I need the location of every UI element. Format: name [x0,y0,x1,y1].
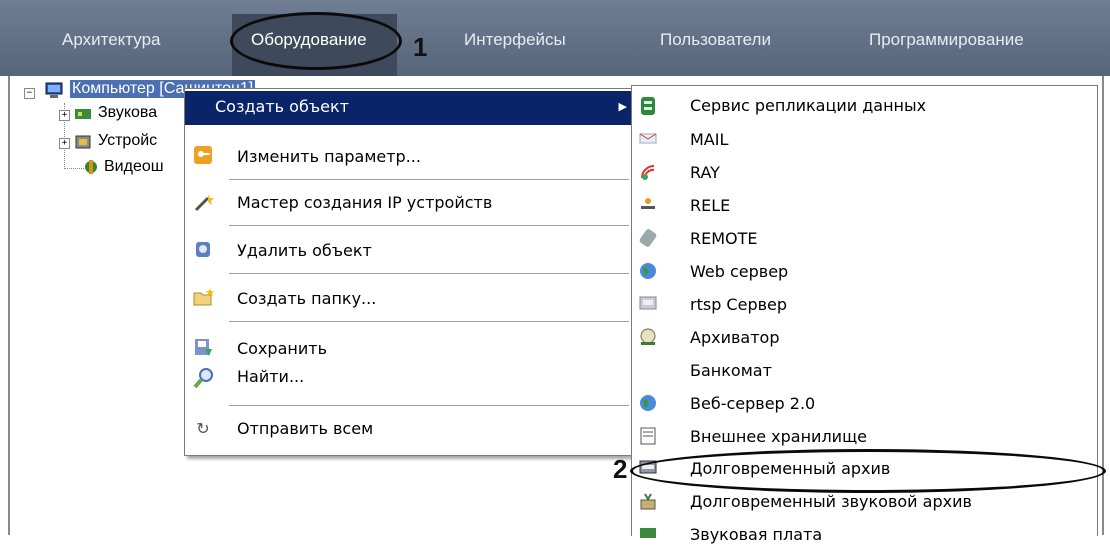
tree-item[interactable]: Видеош [104,158,164,176]
tree-item[interactable]: Звукова [98,104,157,122]
delete-icon [193,239,213,259]
menu-item-label: Мастер создания IP устройств [237,193,493,212]
menu-item-label: Создать папку... [237,289,377,308]
relay-icon [638,196,658,216]
menu-item-create-folder[interactable]: Создать папку... [185,279,633,315]
menu-item-label: Найти... [237,367,305,386]
submenu-item-label: Web сервер [690,262,789,281]
new-folder-icon [193,287,214,307]
top-tab-bar: Архитектура Оборудование Интерфейсы Поль… [0,0,1110,76]
submenu-item-atm[interactable]: Банкомат [632,355,1097,388]
refresh-icon: ↻ [196,419,210,438]
submenu-arrow-icon: ▶ [618,100,627,113]
computer-icon [44,82,66,102]
menu-item-label: Создать объект [215,97,349,116]
tab-users[interactable]: Пользователи [660,30,771,50]
submenu-item-label: REMOTE [690,229,758,248]
expand-icon[interactable]: + [59,138,70,149]
submenu-item-label: Банкомат [690,361,772,380]
submenu-item-replication-service[interactable]: Сервис репликации данных [632,90,1097,123]
menu-item-label: Отправить всем [237,419,374,438]
submenu-item-web-server-2[interactable]: Веб-сервер 2.0 [632,388,1097,421]
save-icon [193,337,213,357]
submenu-item-rele[interactable]: RELE [632,190,1097,223]
sound-board-icon [74,106,94,124]
submenu-item-label: RELE [690,196,731,215]
menu-item-save[interactable]: Сохранить [185,329,633,359]
video-icon [82,158,102,176]
collapse-root-icon[interactable]: − [24,88,35,99]
tab-programming[interactable]: Программирование [869,30,1024,50]
highlight-oval-1 [230,12,402,70]
mail-icon [638,130,658,150]
globe-icon [638,262,658,282]
tab-interfaces[interactable]: Интерфейсы [464,30,566,50]
submenu-item-archiver[interactable]: Архиватор [632,322,1097,355]
expand-icon[interactable]: + [59,110,70,121]
submenu-item-sound-card[interactable]: Звуковая плата [632,519,1097,552]
key-icon [193,145,213,165]
remote-icon [638,229,658,249]
submenu-item-label: Веб-сервер 2.0 [690,394,816,413]
submenu-item-label: RAY [690,163,720,182]
menu-item-delete-object[interactable]: Удалить объект [185,231,633,267]
submenu-item-label: MAIL [690,130,729,149]
menu-item-label: Изменить параметр... [237,147,421,166]
menu-item-label: Сохранить [237,339,327,358]
submenu-item-label: rtsp Сервер [690,295,788,314]
submenu-item-label: Долговременный звуковой архив [690,492,972,511]
tree-item[interactable]: Устройс [98,132,157,150]
device-icon [74,134,94,152]
menu-item-find[interactable]: Найти... [185,361,633,395]
submenu-item-label: Внешнее хранилище [690,427,867,446]
database-icon [638,96,658,116]
sound-card-icon [638,525,658,545]
highlight-oval-2 [630,449,1106,493]
context-menu: Создать объект ▶ Изменить параметр... Ма… [184,88,634,456]
submenu-item-ray[interactable]: RAY [632,157,1097,190]
submenu-item-mail[interactable]: MAIL [632,124,1097,157]
menu-item-send-all[interactable]: ↻ Отправить всем [185,413,633,447]
submenu-item-label: Архиватор [690,328,780,347]
submenu-item-label: Сервис репликации данных [690,96,927,115]
archiver-icon [638,328,658,348]
menu-item-label: Удалить объект [237,241,372,260]
callout-number-1: 1 [413,32,428,62]
submenu-item-rtsp-server[interactable]: rtsp Сервер [632,289,1097,322]
menu-item-create-object[interactable]: Создать объект ▶ [185,91,633,125]
wand-icon [193,191,214,212]
callout-number-2: 2 [613,454,628,484]
signal-icon [638,163,658,183]
menu-item-edit-parameter[interactable]: Изменить параметр... [185,137,633,173]
rtsp-icon [638,295,658,315]
submenu-item-remote[interactable]: REMOTE [632,223,1097,256]
globe-icon [638,394,658,414]
tab-architecture[interactable]: Архитектура [62,30,160,50]
submenu-item-web-server[interactable]: Web сервер [632,256,1097,289]
audio-archive-icon [638,492,658,512]
menu-item-ip-wizard[interactable]: Мастер создания IP устройств [185,185,633,221]
magnifier-icon [193,367,213,389]
storage-icon [638,427,658,447]
